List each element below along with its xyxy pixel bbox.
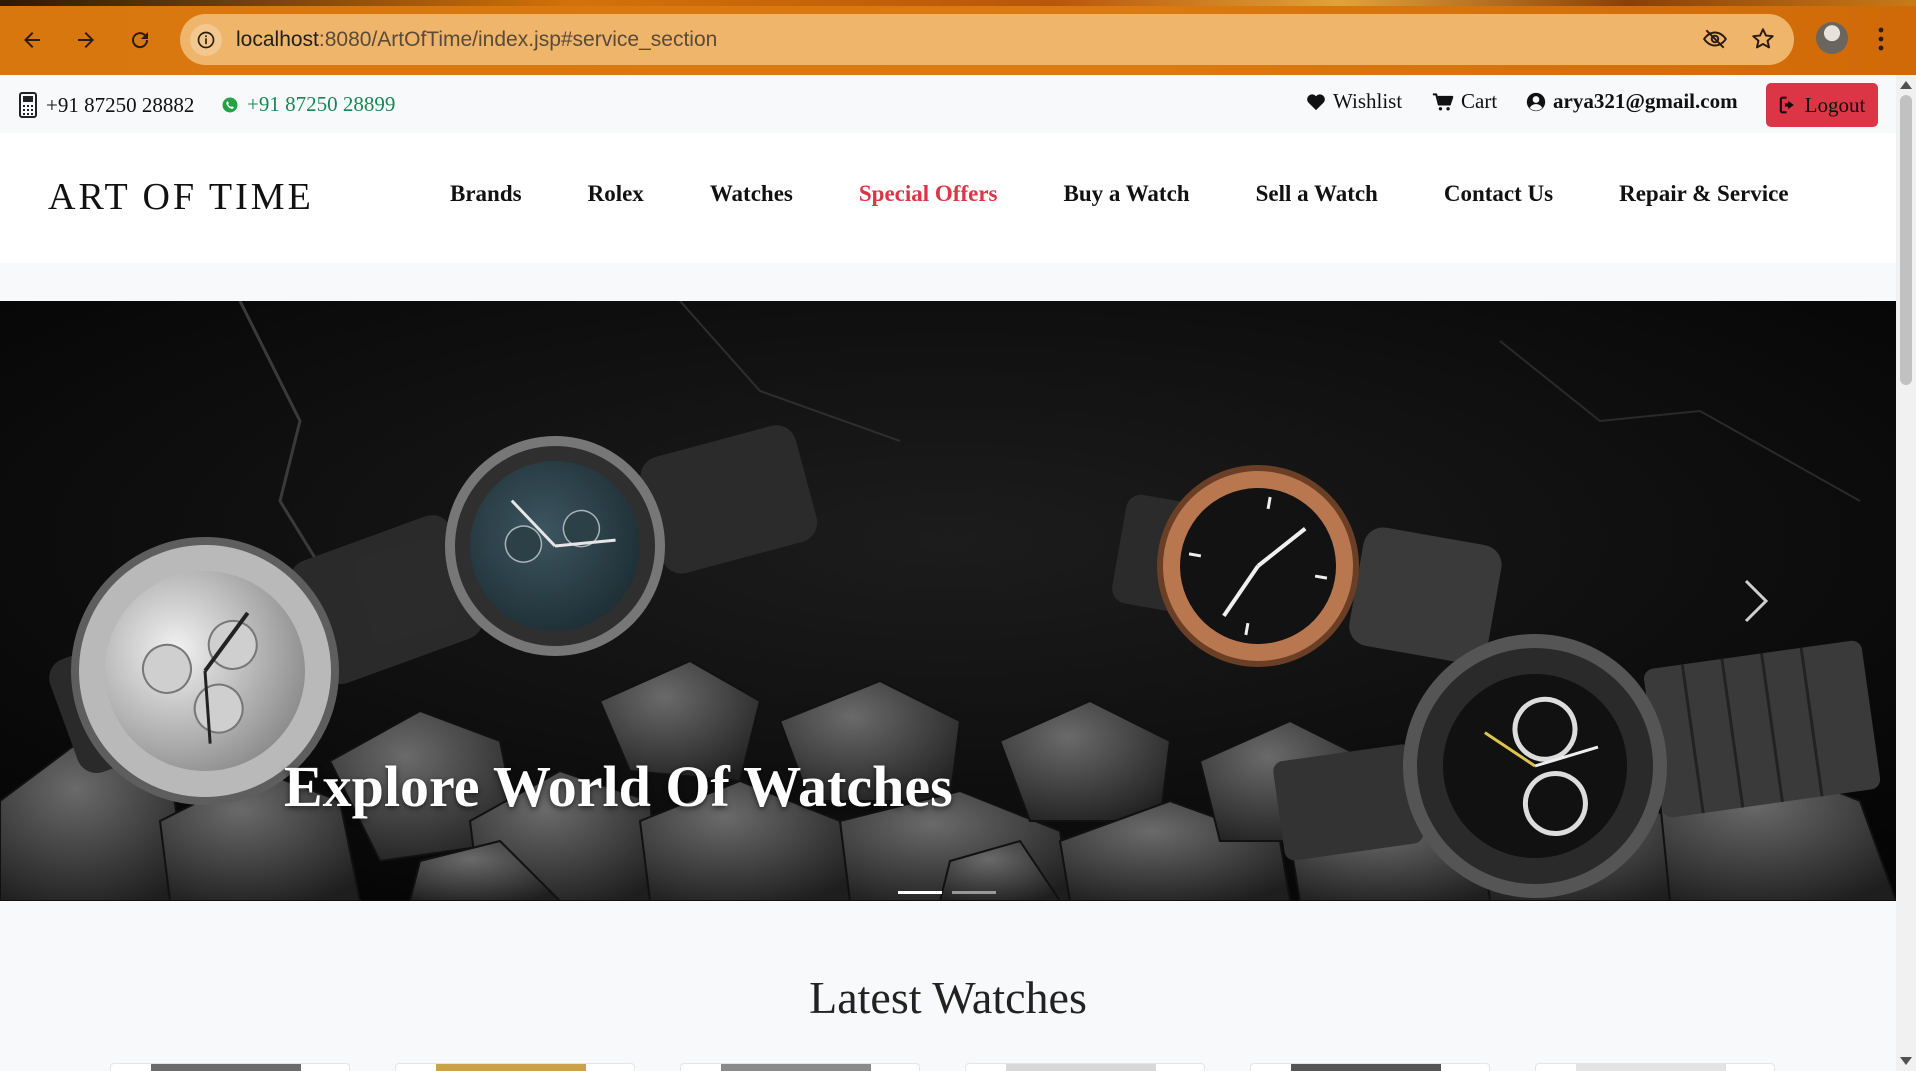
- nav-link-buy-a-watch[interactable]: Buy a Watch: [1063, 181, 1189, 207]
- tab-strip: [0, 0, 1916, 6]
- profile-avatar[interactable]: [1816, 22, 1848, 54]
- carousel-indicator-2[interactable]: [952, 891, 996, 894]
- nav-link-sell-a-watch[interactable]: Sell a Watch: [1256, 181, 1378, 207]
- main-navbar: ART OF TIME Brands Rolex Watches Special…: [0, 133, 1896, 263]
- kebab-menu-icon[interactable]: [1876, 26, 1886, 52]
- carousel-indicator-1[interactable]: [898, 891, 942, 894]
- cart-label: Cart: [1461, 89, 1498, 113]
- nav-link-contact-us[interactable]: Contact Us: [1444, 181, 1553, 207]
- forward-button[interactable]: [68, 22, 104, 58]
- reload-button[interactable]: [122, 22, 158, 58]
- user-account-link[interactable]: arya321@gmail.com: [1526, 89, 1738, 114]
- whatsapp-contact[interactable]: +91 87250 28899: [221, 92, 395, 117]
- brand-logo[interactable]: ART OF TIME: [48, 175, 314, 219]
- nav-link-special-offers[interactable]: Special Offers: [859, 181, 998, 207]
- hero-caption: Explore World Of Watches: [284, 754, 953, 819]
- nav-link-rolex[interactable]: Rolex: [588, 181, 644, 207]
- url-host: localhost: [236, 27, 319, 51]
- url-text: localhost:8080/ArtOfTime/index.jsp#servi…: [236, 28, 717, 52]
- eye-off-icon[interactable]: [1702, 26, 1728, 52]
- scroll-down-arrow[interactable]: [1900, 1057, 1912, 1065]
- heart-icon: [1307, 93, 1325, 110]
- product-card[interactable]: [965, 1063, 1205, 1071]
- cart-icon: [1432, 92, 1454, 110]
- back-icon: [24, 32, 40, 48]
- contact-bar: +91 87250 28882 +91 87250 28899 Wishlist…: [0, 75, 1896, 133]
- scroll-up-arrow[interactable]: [1900, 81, 1912, 89]
- address-bar[interactable]: localhost:8080/ArtOfTime/index.jsp#servi…: [180, 14, 1794, 65]
- nav-links: Brands Rolex Watches Special Offers Buy …: [450, 181, 1789, 207]
- nav-link-repair-service[interactable]: Repair & Service: [1619, 181, 1788, 207]
- nav-link-brands[interactable]: Brands: [450, 181, 522, 207]
- latest-watches-heading: Latest Watches: [809, 972, 1087, 1023]
- carousel-indicators: [898, 891, 996, 894]
- product-card[interactable]: [110, 1063, 350, 1071]
- wishlist-label: Wishlist: [1333, 89, 1403, 113]
- hero-carousel: Explore World Of Watches: [0, 301, 1896, 901]
- forward-icon: [78, 32, 94, 48]
- nav-link-watches[interactable]: Watches: [710, 181, 793, 207]
- logout-label: Logout: [1804, 92, 1866, 117]
- info-icon[interactable]: [190, 23, 222, 56]
- product-card[interactable]: [1535, 1063, 1775, 1071]
- phone-contact[interactable]: +91 87250 28882: [18, 92, 194, 118]
- logout-button[interactable]: Logout: [1766, 83, 1878, 127]
- url-path: :8080/ArtOfTime/index.jsp#service_sectio…: [318, 27, 718, 51]
- browser-toolbar: localhost:8080/ArtOfTime/index.jsp#servi…: [0, 0, 1916, 75]
- phone-number: +91 87250 28882: [46, 92, 195, 117]
- cart-link[interactable]: Cart: [1432, 89, 1497, 114]
- whatsapp-icon: [222, 97, 238, 112]
- product-card[interactable]: [680, 1063, 920, 1071]
- user-email: arya321@gmail.com: [1553, 89, 1738, 113]
- reload-icon: [132, 32, 149, 49]
- chevron-right-icon[interactable]: [1736, 571, 1776, 631]
- latest-watches-row: [110, 1063, 1775, 1071]
- scroll-thumb[interactable]: [1900, 95, 1912, 385]
- phone-icon: [19, 92, 37, 118]
- page-viewport: +91 87250 28882 +91 87250 28899 Wishlist…: [0, 75, 1896, 1071]
- wishlist-link[interactable]: Wishlist: [1306, 89, 1402, 114]
- logout-icon: [1779, 96, 1794, 114]
- product-card[interactable]: [395, 1063, 635, 1071]
- user-circle-icon: [1526, 92, 1546, 111]
- product-card[interactable]: [1250, 1063, 1490, 1071]
- back-button[interactable]: [14, 22, 50, 58]
- page-scrollbar[interactable]: [1896, 75, 1916, 1071]
- star-icon[interactable]: [1750, 26, 1776, 52]
- whatsapp-number: +91 87250 28899: [247, 92, 396, 116]
